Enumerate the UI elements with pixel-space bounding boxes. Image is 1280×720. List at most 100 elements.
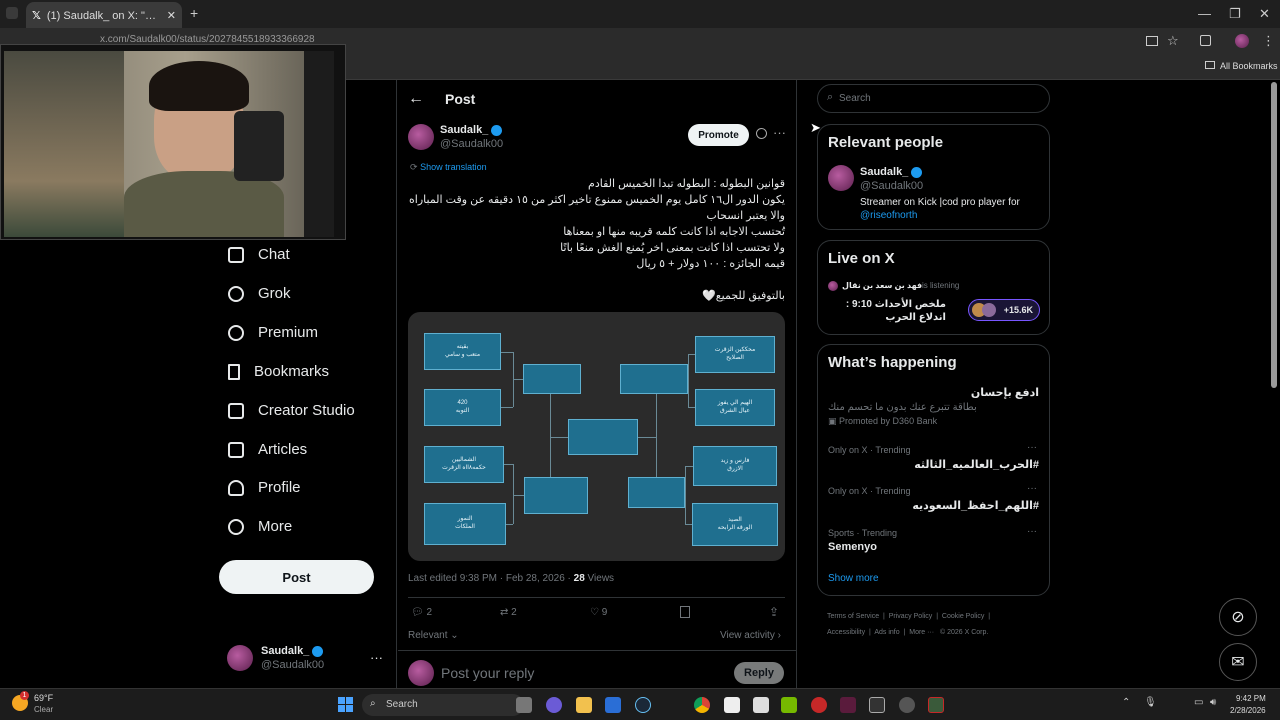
articles-icon: [228, 441, 244, 458]
post-image-bracket[interactable]: بقيته متعب و سامي 420 التوبه الشماليين ح…: [408, 312, 785, 561]
file-explorer-icon[interactable]: [576, 697, 592, 713]
browser-profile-avatar[interactable]: [1235, 34, 1249, 48]
windows-start-icon[interactable]: [338, 697, 353, 712]
store-icon[interactable]: [605, 697, 621, 713]
author-name-link[interactable]: Saudalk_: [440, 124, 503, 136]
network-icon[interactable]: ▭: [1194, 697, 1203, 708]
account-avatar[interactable]: [227, 645, 253, 671]
grok-float-icon[interactable]: ⊘: [1219, 598, 1257, 636]
terminal-icon[interactable]: [928, 697, 944, 713]
person-avatar[interactable]: [828, 165, 854, 191]
nav-profile[interactable]: Profile: [228, 479, 301, 496]
all-bookmarks-link[interactable]: All Bookmarks: [1220, 61, 1278, 71]
reply-action[interactable]: 💬︎ 2: [411, 607, 432, 618]
view-activity-label: View activity: [720, 630, 775, 641]
views-label: Views: [584, 573, 615, 584]
trend-item[interactable]: #اللهم_احفظ_السعوديه: [828, 499, 1039, 512]
trend-item[interactable]: Semenyo: [828, 541, 877, 553]
task-view-icon[interactable]: [516, 697, 532, 713]
view-activity-link[interactable]: View activity ›: [720, 630, 781, 641]
grok-explain-icon[interactable]: [756, 128, 767, 139]
divider: [396, 80, 397, 688]
footer-link[interactable]: Cookie Policy: [942, 613, 984, 620]
nav-grok[interactable]: Grok: [228, 285, 291, 302]
sort-dropdown[interactable]: Relevant ⌄: [408, 630, 459, 641]
trend-more-icon[interactable]: ···: [1027, 483, 1037, 494]
nav-more[interactable]: More: [228, 518, 292, 535]
nav-creator-studio[interactable]: Creator Studio: [228, 402, 355, 419]
extensions-icon[interactable]: [1200, 35, 1211, 46]
file-icon[interactable]: [724, 697, 740, 713]
discord-icon[interactable]: [546, 697, 562, 713]
nav-chat[interactable]: Chat: [228, 246, 290, 263]
app-icon[interactable]: [869, 697, 885, 713]
app-icon[interactable]: [840, 697, 856, 713]
repost-action[interactable]: ⇄ 2: [500, 607, 517, 618]
author-avatar[interactable]: [408, 124, 434, 150]
live-topic[interactable]: ملخص الأحداث 9:10 : اندلاع الحرب: [828, 298, 946, 324]
show-more-link[interactable]: Show more: [828, 573, 879, 584]
media-icon[interactable]: [811, 697, 827, 713]
star-icon[interactable]: ☆: [1167, 33, 1179, 49]
reply-input[interactable]: Post your reply: [441, 665, 534, 681]
search-input[interactable]: Search: [839, 93, 871, 104]
share-icon[interactable]: ⇪: [769, 605, 779, 619]
microphone-icon[interactable]: 🎙︎: [1144, 697, 1157, 708]
reply-button[interactable]: Reply: [734, 662, 784, 684]
footer-link[interactable]: Privacy Policy: [889, 613, 933, 620]
post-more-icon[interactable]: ···: [773, 125, 786, 140]
trend-more-icon[interactable]: ···: [1027, 442, 1037, 453]
footer-link[interactable]: Ads info: [874, 629, 899, 636]
close-tab-icon[interactable]: ✕: [167, 9, 176, 22]
person-name-link[interactable]: Saudalk_: [860, 166, 923, 178]
nav-articles[interactable]: Articles: [228, 441, 307, 458]
back-arrow-icon[interactable]: ←: [408, 90, 424, 108]
relevant-people-card: Relevant people Saudalk_ @Saudalk00 Stre…: [817, 124, 1050, 230]
volume-icon[interactable]: 🔊︎: [1210, 697, 1216, 708]
nav-label: Creator Studio: [258, 402, 355, 419]
browser-menu-icon[interactable]: ⋮: [1262, 33, 1275, 49]
bookmark-action-icon[interactable]: [680, 606, 690, 618]
tab-search-icon[interactable]: [6, 7, 18, 19]
live-listeners-pill[interactable]: +15.6K: [968, 299, 1040, 321]
steam-icon[interactable]: [635, 697, 651, 713]
clock-date[interactable]: 2/28/2026: [1230, 706, 1266, 715]
trend-item[interactable]: #الحرب_العالميه_الثالثه: [828, 458, 1039, 471]
footer-link[interactable]: More ···: [909, 629, 934, 636]
promo-title[interactable]: ادفع بإحسان: [828, 386, 1039, 399]
x-logo-icon: 𝕏: [32, 9, 41, 22]
clock-time[interactable]: 9:42 PM: [1236, 694, 1266, 703]
install-icon[interactable]: [1146, 36, 1158, 46]
minimize-icon[interactable]: —: [1198, 6, 1211, 21]
account-more-icon[interactable]: ···: [370, 650, 383, 665]
edited-meta[interactable]: Last edited 9:38 PM · Feb 28, 2026 ·: [408, 573, 574, 584]
nvidia-icon[interactable]: [781, 697, 797, 713]
show-translation-link[interactable]: ⟳ Show translation: [410, 162, 487, 173]
tray-chevron-icon[interactable]: ⌃: [1122, 697, 1130, 708]
bio-link[interactable]: @riseofnorth: [860, 210, 917, 221]
person-bio: Streamer on Kick |cod pro player for @ri…: [860, 196, 1045, 222]
nav-premium[interactable]: Premium: [228, 324, 318, 341]
search-box[interactable]: ⌕ Search: [817, 84, 1050, 113]
like-action[interactable]: ♡ 9: [590, 607, 607, 618]
new-tab-icon[interactable]: +: [190, 5, 198, 21]
post-button[interactable]: Post: [219, 560, 374, 594]
verified-icon: [312, 645, 324, 657]
page-scrollbar[interactable]: [1271, 82, 1277, 388]
promo-subtitle: بطاقة تتبرع عنك بدون ما تحسم منك: [828, 402, 977, 413]
messages-float-icon[interactable]: ✉: [1219, 643, 1257, 681]
account-switcher[interactable]: Saudalk_: [261, 645, 324, 657]
nav-bookmarks[interactable]: Bookmarks: [228, 363, 329, 380]
notepad-icon[interactable]: [753, 697, 769, 713]
footer-link[interactable]: Terms of Service: [827, 613, 879, 620]
taskbar-search[interactable]: ⌕ Search: [362, 694, 524, 716]
bracket-round-box: [524, 477, 588, 514]
trend-more-icon[interactable]: ···: [1027, 526, 1037, 537]
promote-button[interactable]: Promote: [688, 124, 749, 146]
browser-tab[interactable]: 𝕏 (1) Saudalk_ on X: "زه : ١٠٠ دولار" ✕: [26, 2, 182, 28]
app-icon[interactable]: [899, 697, 915, 713]
footer-link[interactable]: Accessibility: [827, 629, 865, 636]
chrome-icon[interactable]: [694, 697, 710, 713]
close-window-icon[interactable]: ✕: [1259, 6, 1270, 22]
restore-icon[interactable]: ❐: [1229, 6, 1241, 22]
